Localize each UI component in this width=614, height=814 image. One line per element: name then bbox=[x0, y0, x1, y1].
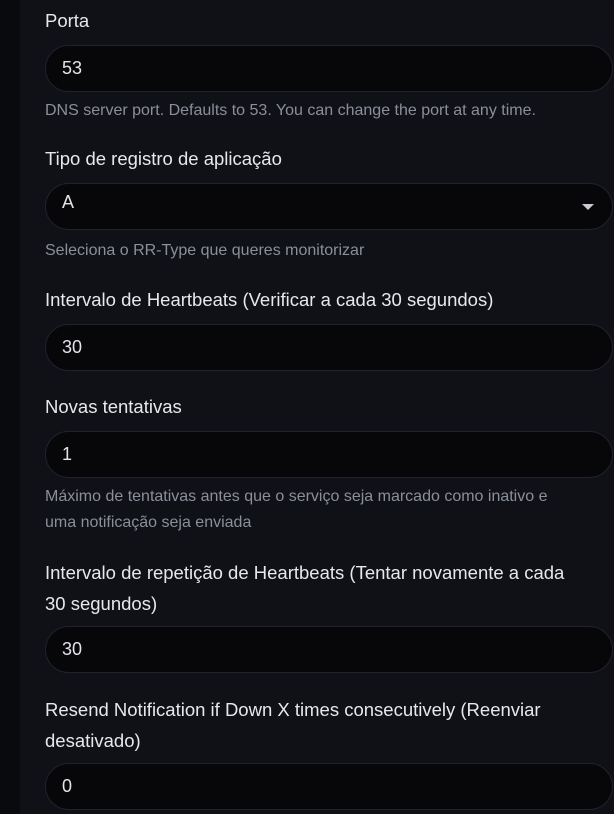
retry-interval-value: 30 bbox=[62, 639, 83, 659]
resend-label-line2: desativado) bbox=[45, 730, 141, 751]
rr-type-hint: Seleciona o RR-Type que queres monitoriz… bbox=[45, 242, 365, 259]
resend-input[interactable]: 0 bbox=[45, 763, 613, 810]
heartbeat-interval-label: Intervalo de Heartbeats (Verificar a cad… bbox=[45, 289, 494, 310]
page: Porta 53 DNS server port. Defaults to 53… bbox=[0, 0, 614, 814]
retries-value: 1 bbox=[62, 444, 73, 464]
port-input[interactable]: 53 bbox=[45, 45, 613, 92]
resend-label-line1: Resend Notification if Down X times cons… bbox=[45, 699, 541, 720]
left-gutter bbox=[0, 0, 20, 814]
resend-value: 0 bbox=[62, 776, 73, 796]
port-label: Porta bbox=[45, 10, 90, 31]
retry-interval-input[interactable]: 30 bbox=[45, 626, 613, 673]
heartbeat-interval-input[interactable]: 30 bbox=[45, 324, 613, 371]
retries-label: Novas tentativas bbox=[45, 396, 182, 417]
port-hint: DNS server port. Defaults to 53. You can… bbox=[45, 102, 536, 119]
rr-type-select[interactable]: A bbox=[45, 183, 613, 230]
heartbeat-interval-value: 30 bbox=[62, 337, 83, 357]
retries-hint-line1: Máximo de tentativas antes que o serviço… bbox=[45, 488, 548, 505]
port-value: 53 bbox=[62, 58, 83, 78]
retry-interval-label-line2: 30 segundos) bbox=[45, 593, 158, 614]
retries-input[interactable]: 1 bbox=[45, 431, 613, 478]
rr-type-selected-value: A bbox=[62, 192, 75, 212]
retry-interval-label-line1: Intervalo de repetição de Heartbeats (Te… bbox=[45, 562, 565, 583]
retries-hint-line2: uma notificação seja enviada bbox=[45, 514, 252, 531]
chevron-down-icon[interactable] bbox=[582, 204, 594, 210]
rr-type-label: Tipo de registro de aplicação bbox=[45, 148, 282, 169]
